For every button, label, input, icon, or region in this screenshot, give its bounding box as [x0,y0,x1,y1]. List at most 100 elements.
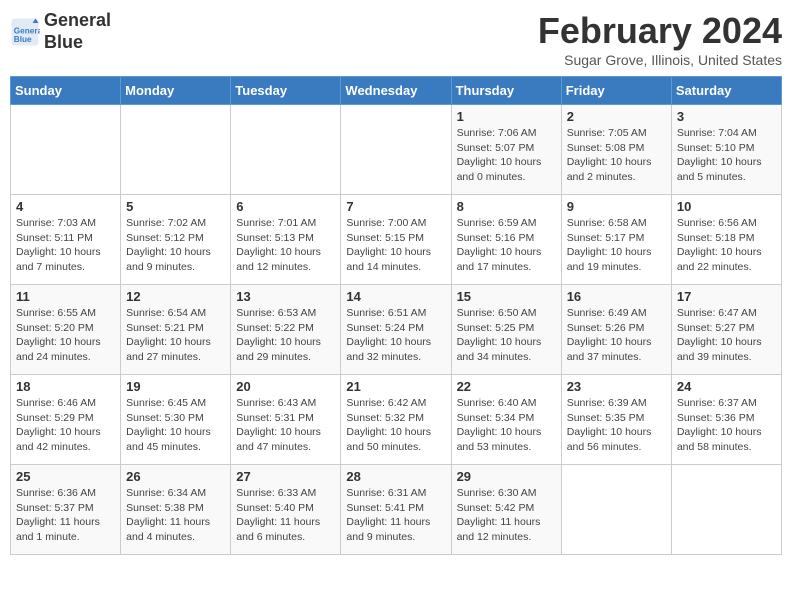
day-number: 1 [457,109,556,124]
day-number: 28 [346,469,445,484]
day-number: 18 [16,379,115,394]
day-number: 26 [126,469,225,484]
day-number: 25 [16,469,115,484]
day-info: Sunrise: 6:47 AM Sunset: 5:27 PM Dayligh… [677,306,776,365]
day-number: 16 [567,289,666,304]
day-info: Sunrise: 6:31 AM Sunset: 5:41 PM Dayligh… [346,486,445,545]
calendar-cell: 14 Sunrise: 6:51 AM Sunset: 5:24 PM Dayli… [341,285,451,375]
day-number: 21 [346,379,445,394]
day-number: 20 [236,379,335,394]
day-info: Sunrise: 7:01 AM Sunset: 5:13 PM Dayligh… [236,216,335,275]
day-info: Sunrise: 6:49 AM Sunset: 5:26 PM Dayligh… [567,306,666,365]
calendar-week-row: 25 Sunrise: 6:36 AM Sunset: 5:37 PM Dayli… [11,465,782,555]
day-info: Sunrise: 6:37 AM Sunset: 5:36 PM Dayligh… [677,396,776,455]
calendar-cell: 2Sunrise: 7:05 AM Sunset: 5:08 PM Daylig… [561,105,671,195]
day-number: 3 [677,109,776,124]
calendar-cell: 23 Sunrise: 6:39 AM Sunset: 5:35 PM Dayli… [561,375,671,465]
day-number: 13 [236,289,335,304]
calendar-week-row: 1 Sunrise: 7:06 AM Sunset: 5:07 PM Daylig… [11,105,782,195]
calendar-cell: 13 Sunrise: 6:53 AM Sunset: 5:22 PM Dayli… [231,285,341,375]
day-info: Sunrise: 7:05 AM Sunset: 5:08 PM Dayligh… [567,126,666,185]
calendar-cell: 22 Sunrise: 6:40 AM Sunset: 5:34 PM Dayli… [451,375,561,465]
calendar-cell: 4 Sunrise: 7:03 AM Sunset: 5:11 PM Daylig… [11,195,121,285]
calendar-cell [561,465,671,555]
calendar-cell [671,465,781,555]
day-number: 23 [567,379,666,394]
svg-text:Blue: Blue [14,34,32,43]
day-number: 9 [567,199,666,214]
day-number: 14 [346,289,445,304]
calendar-table: SundayMondayTuesdayWednesdayThursdayFrid… [10,76,782,555]
day-number: 12 [126,289,225,304]
calendar-body: 1 Sunrise: 7:06 AM Sunset: 5:07 PM Daylig… [11,105,782,555]
calendar-cell: 29 Sunrise: 6:30 AM Sunset: 5:42 PM Dayli… [451,465,561,555]
day-number: 29 [457,469,556,484]
calendar-cell: 10 Sunrise: 6:56 AM Sunset: 5:18 PM Dayli… [671,195,781,285]
day-number: 8 [457,199,556,214]
calendar-cell: 9 Sunrise: 6:58 AM Sunset: 5:17 PM Daylig… [561,195,671,285]
calendar-cell [11,105,121,195]
day-info: Sunrise: 7:04 AM Sunset: 5:10 PM Dayligh… [677,126,776,185]
calendar-cell: 27Sunrise: 6:33 AM Sunset: 5:40 PM Dayli… [231,465,341,555]
month-title: February 2024 [538,10,782,52]
logo-text: General Blue [44,10,111,53]
logo: General Blue General Blue [10,10,111,53]
day-info: Sunrise: 6:36 AM Sunset: 5:37 PM Dayligh… [16,486,115,545]
day-info: Sunrise: 6:30 AM Sunset: 5:42 PM Dayligh… [457,486,556,545]
calendar-week-row: 11Sunrise: 6:55 AM Sunset: 5:20 PM Dayli… [11,285,782,375]
day-info: Sunrise: 6:43 AM Sunset: 5:31 PM Dayligh… [236,396,335,455]
calendar-cell: 15 Sunrise: 6:50 AM Sunset: 5:25 PM Dayli… [451,285,561,375]
page-header: General Blue General Blue February 2024 … [10,10,782,68]
calendar-cell: 16 Sunrise: 6:49 AM Sunset: 5:26 PM Dayli… [561,285,671,375]
calendar-cell [121,105,231,195]
day-info: Sunrise: 6:33 AM Sunset: 5:40 PM Dayligh… [236,486,335,545]
calendar-cell: 11Sunrise: 6:55 AM Sunset: 5:20 PM Dayli… [11,285,121,375]
location: Sugar Grove, Illinois, United States [538,52,782,68]
day-info: Sunrise: 6:53 AM Sunset: 5:22 PM Dayligh… [236,306,335,365]
day-info: Sunrise: 6:34 AM Sunset: 5:38 PM Dayligh… [126,486,225,545]
calendar-cell: 20 Sunrise: 6:43 AM Sunset: 5:31 PM Dayli… [231,375,341,465]
day-number: 4 [16,199,115,214]
day-number: 19 [126,379,225,394]
day-of-week-header: Friday [561,77,671,105]
calendar-cell: 17 Sunrise: 6:47 AM Sunset: 5:27 PM Dayli… [671,285,781,375]
day-of-week-header: Saturday [671,77,781,105]
calendar-cell: 8 Sunrise: 6:59 AM Sunset: 5:16 PM Daylig… [451,195,561,285]
day-info: Sunrise: 7:06 AM Sunset: 5:07 PM Dayligh… [457,126,556,185]
day-of-week-header: Tuesday [231,77,341,105]
day-info: Sunrise: 6:50 AM Sunset: 5:25 PM Dayligh… [457,306,556,365]
calendar-cell: 5Sunrise: 7:02 AM Sunset: 5:12 PM Daylig… [121,195,231,285]
day-number: 22 [457,379,556,394]
day-of-week-header: Sunday [11,77,121,105]
day-info: Sunrise: 6:39 AM Sunset: 5:35 PM Dayligh… [567,396,666,455]
day-number: 17 [677,289,776,304]
day-number: 6 [236,199,335,214]
day-info: Sunrise: 6:58 AM Sunset: 5:17 PM Dayligh… [567,216,666,275]
day-number: 5 [126,199,225,214]
day-info: Sunrise: 6:46 AM Sunset: 5:29 PM Dayligh… [16,396,115,455]
day-info: Sunrise: 6:51 AM Sunset: 5:24 PM Dayligh… [346,306,445,365]
day-number: 11 [16,289,115,304]
header-row: SundayMondayTuesdayWednesdayThursdayFrid… [11,77,782,105]
calendar-cell: 18 Sunrise: 6:46 AM Sunset: 5:29 PM Dayli… [11,375,121,465]
calendar-cell: 28 Sunrise: 6:31 AM Sunset: 5:41 PM Dayli… [341,465,451,555]
calendar-cell: 12 Sunrise: 6:54 AM Sunset: 5:21 PM Dayli… [121,285,231,375]
day-of-week-header: Monday [121,77,231,105]
calendar-week-row: 18 Sunrise: 6:46 AM Sunset: 5:29 PM Dayli… [11,375,782,465]
title-block: February 2024 Sugar Grove, Illinois, Uni… [538,10,782,68]
day-info: Sunrise: 6:45 AM Sunset: 5:30 PM Dayligh… [126,396,225,455]
calendar-cell: 7Sunrise: 7:00 AM Sunset: 5:15 PM Daylig… [341,195,451,285]
day-info: Sunrise: 6:40 AM Sunset: 5:34 PM Dayligh… [457,396,556,455]
calendar-cell: 26 Sunrise: 6:34 AM Sunset: 5:38 PM Dayli… [121,465,231,555]
calendar-cell [231,105,341,195]
day-of-week-header: Thursday [451,77,561,105]
calendar-cell [341,105,451,195]
day-number: 10 [677,199,776,214]
day-info: Sunrise: 6:54 AM Sunset: 5:21 PM Dayligh… [126,306,225,365]
day-info: Sunrise: 6:56 AM Sunset: 5:18 PM Dayligh… [677,216,776,275]
day-number: 15 [457,289,556,304]
day-number: 24 [677,379,776,394]
day-info: Sunrise: 6:59 AM Sunset: 5:16 PM Dayligh… [457,216,556,275]
day-info: Sunrise: 7:03 AM Sunset: 5:11 PM Dayligh… [16,216,115,275]
day-of-week-header: Wednesday [341,77,451,105]
